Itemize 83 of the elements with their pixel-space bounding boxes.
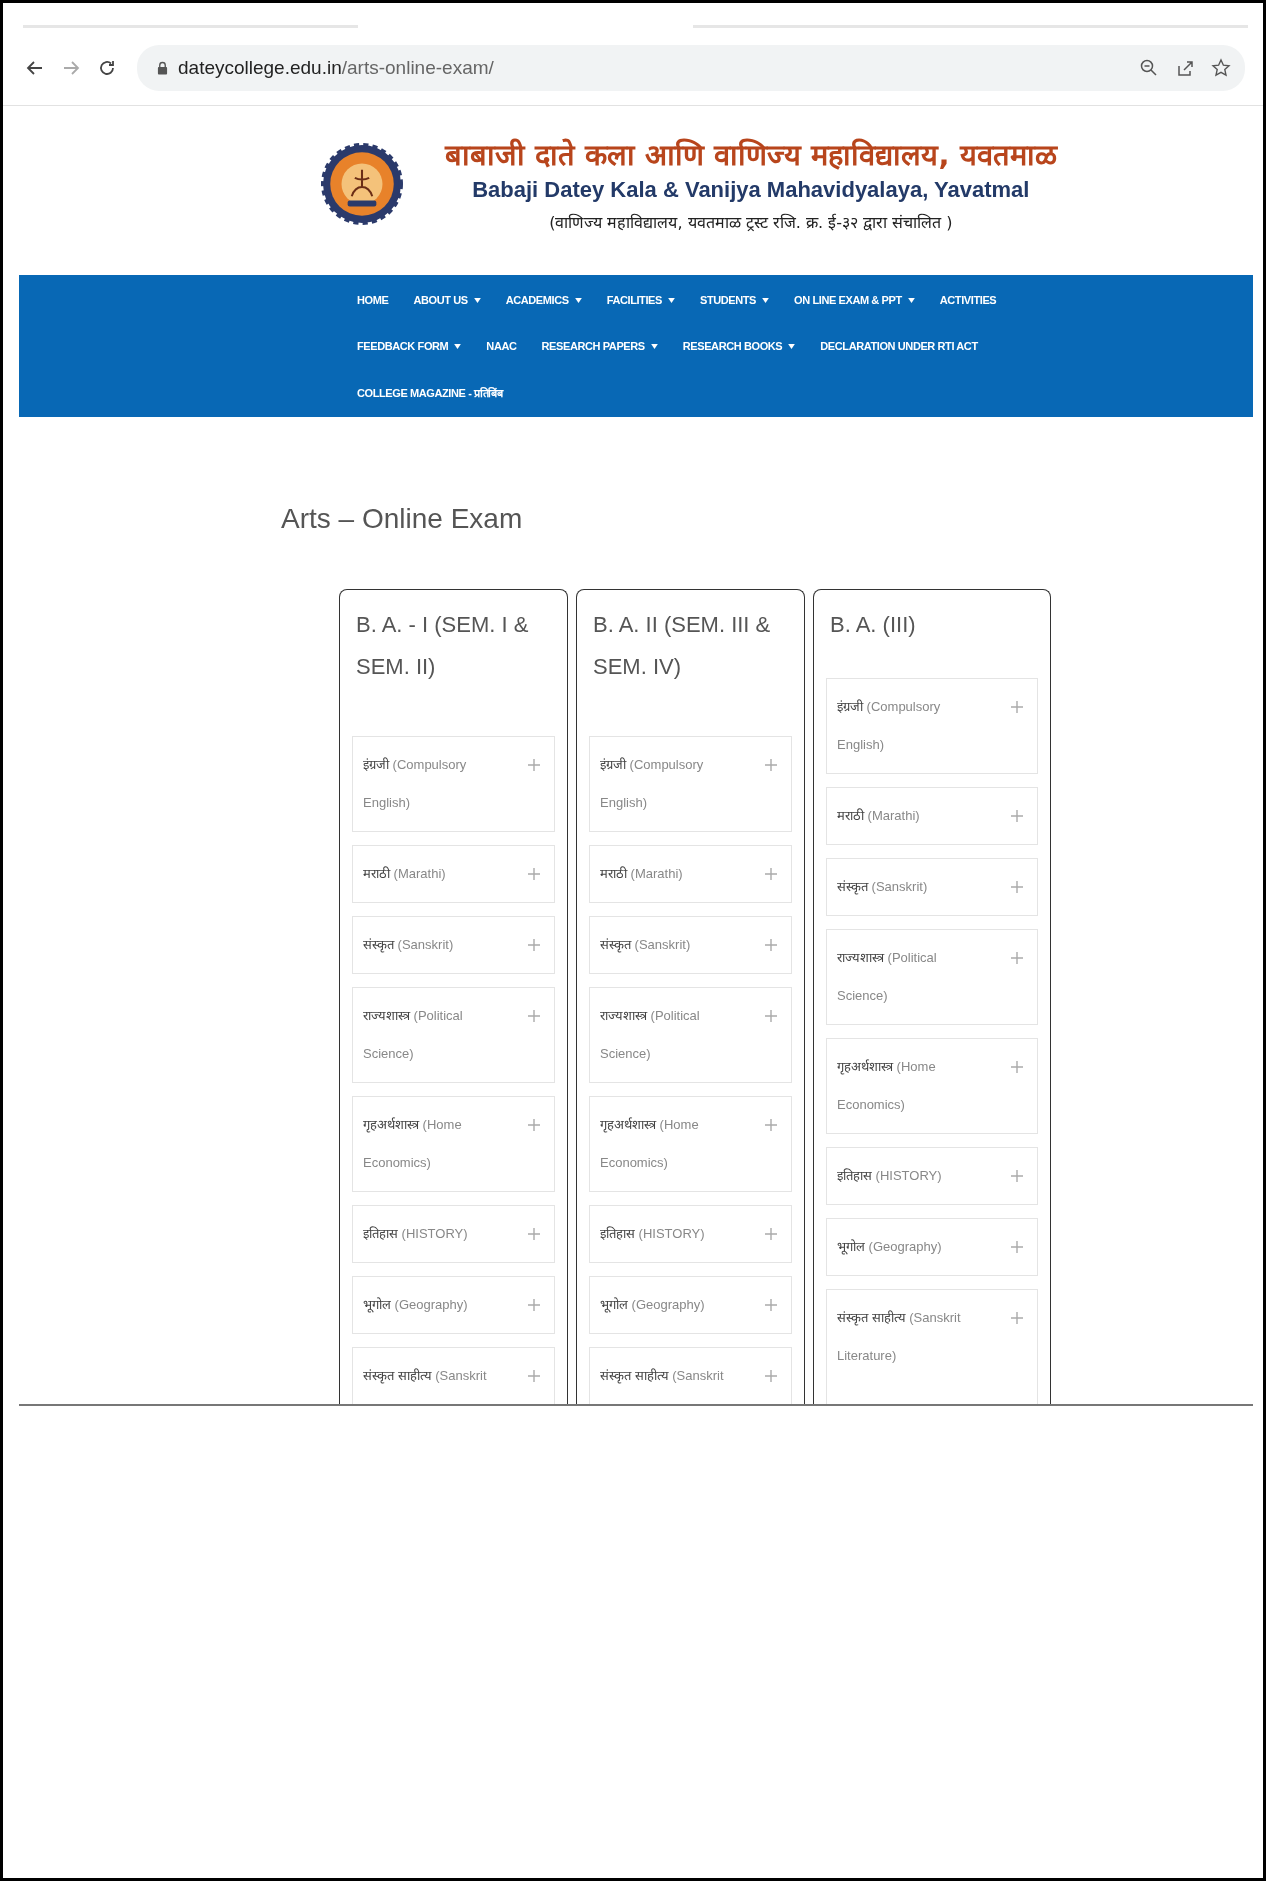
nav-link[interactable]: ACTIVITIES <box>939 294 997 306</box>
caret-icon <box>762 297 770 303</box>
lock-icon[interactable] <box>157 61 168 75</box>
plus-icon <box>528 1299 540 1311</box>
subject-accordion-item[interactable]: संस्कृत साहीत्य (Sanskrit <box>352 1347 555 1404</box>
plus-icon <box>1011 952 1023 964</box>
subject-accordion-item[interactable]: गृहअर्थशास्त्र (Home Economics) <box>826 1038 1038 1134</box>
plus-icon <box>528 868 540 880</box>
nav-link[interactable]: ABOUT US <box>413 294 481 306</box>
caret-icon <box>574 297 582 303</box>
plus-icon <box>765 1228 777 1240</box>
caret-icon <box>650 343 658 349</box>
nav-link[interactable]: COLLEGE MAGAZINE - प्रतिबिंब <box>357 384 503 400</box>
subject-accordion-item[interactable]: इतिहास (HISTORY) <box>589 1205 792 1263</box>
caret-icon <box>667 297 675 303</box>
plus-icon <box>1011 701 1023 713</box>
plus-icon <box>765 1370 777 1382</box>
subject-accordion-item[interactable]: संस्कृत साहीत्य (Sanskrit Literature) <box>826 1289 1038 1404</box>
plus-icon <box>1011 1312 1023 1324</box>
address-bar[interactable]: dateycollege.edu.in/arts-online-exam/ <box>137 45 1245 91</box>
subject-accordion-item[interactable]: मराठी (Marathi) <box>826 787 1038 845</box>
subject-accordion-item[interactable]: भूगोल (Geography) <box>826 1218 1038 1276</box>
star-icon[interactable] <box>1211 58 1231 78</box>
plus-icon <box>765 1119 777 1131</box>
course-heading: B. A. II (SEM. III & SEM. IV) <box>593 611 772 681</box>
plus-icon <box>765 1010 777 1022</box>
subject-accordion-item[interactable]: संस्कृत साहीत्य (Sanskrit <box>589 1347 792 1404</box>
trust-subtitle: (वाणिज्य महाविद्यालय, यवतमाळ ट्रस्ट रजि. क्र. ई-३२ द्वारा संचालित ) <box>549 212 953 233</box>
subject-accordion-item[interactable]: संस्कृत (Sanskrit) <box>352 916 555 974</box>
subject-accordion-item[interactable]: संस्कृत (Sanskrit) <box>826 858 1038 916</box>
plus-icon <box>528 759 540 771</box>
caret-icon <box>907 297 915 303</box>
nav-link[interactable]: DECLARATION UNDER RTI ACT <box>820 340 978 352</box>
nav-link[interactable]: ACADEMICS <box>505 294 582 306</box>
plus-icon <box>765 939 777 951</box>
nav-link[interactable]: STUDENTS <box>699 294 770 306</box>
caret-icon <box>473 297 481 303</box>
subject-accordion-item[interactable]: राज्यशास्त्र (Political Science) <box>826 929 1038 1025</box>
subject-accordion-item[interactable]: इंग्रजी (Compulsory English) <box>352 736 555 832</box>
subject-accordion-item[interactable]: मराठी (Marathi) <box>589 845 792 903</box>
reload-icon[interactable] <box>97 58 117 78</box>
plus-icon <box>765 868 777 880</box>
zoom-out-icon[interactable] <box>1139 58 1159 78</box>
nav-link[interactable]: HOME <box>357 294 389 306</box>
subject-accordion-item[interactable]: भूगोल (Geography) <box>589 1276 792 1334</box>
subject-accordion-item[interactable]: इतिहास (HISTORY) <box>352 1205 555 1263</box>
plus-icon <box>528 1119 540 1131</box>
plus-icon <box>1011 1241 1023 1253</box>
subject-accordion-item[interactable]: इंग्रजी (Compulsory English) <box>589 736 792 832</box>
subject-accordion-item[interactable]: भूगोल (Geography) <box>352 1276 555 1334</box>
plus-icon <box>528 939 540 951</box>
plus-icon <box>528 1228 540 1240</box>
subject-accordion-item[interactable]: गृहअर्थशास्त्र (Home Economics) <box>589 1096 792 1192</box>
plus-icon <box>1011 1170 1023 1182</box>
subject-accordion-item[interactable]: इतिहास (HISTORY) <box>826 1147 1038 1205</box>
college-name-english: Babaji Datey Kala & Vanijya Mahavidyalaya, Yavatmal <box>472 177 1030 203</box>
nav-link[interactable]: ON LINE EXAM & PPT <box>794 294 915 306</box>
subject-accordion-item[interactable]: इंग्रजी (Compulsory English) <box>826 678 1038 774</box>
course-heading: B. A. (III) <box>830 611 917 639</box>
plus-icon <box>1011 881 1023 893</box>
plus-icon <box>1011 1061 1023 1073</box>
nav-link[interactable]: RESEARCH PAPERS <box>541 340 658 352</box>
caret-icon <box>788 343 796 349</box>
subject-accordion-item[interactable]: मराठी (Marathi) <box>352 845 555 903</box>
plus-icon <box>765 1299 777 1311</box>
url-text[interactable]: dateycollege.edu.in/arts-online-exam/ <box>178 57 1129 79</box>
share-icon[interactable] <box>1175 58 1195 78</box>
plus-icon <box>528 1010 540 1022</box>
page-title: Arts – Online Exam <box>281 503 524 535</box>
subject-accordion-item[interactable]: राज्यशास्त्र (Political Science) <box>589 987 792 1083</box>
subject-accordion-item[interactable]: गृहअर्थशास्त्र (Home Economics) <box>352 1096 555 1192</box>
nav-link[interactable]: RESEARCH BOOKS <box>682 340 796 352</box>
college-name-marathi: बाबाजी दाते कला आणि वाणिज्य महाविद्यालय, यवतमाळ <box>445 137 1057 173</box>
course-heading: B. A. - I (SEM. I & SEM. II) <box>356 611 530 681</box>
subject-accordion-item[interactable]: संस्कृत (Sanskrit) <box>589 916 792 974</box>
caret-icon <box>454 343 462 349</box>
plus-icon <box>1011 810 1023 822</box>
plus-icon <box>765 759 777 771</box>
nav-link[interactable]: FACILITIES <box>606 294 675 306</box>
plus-icon <box>528 1370 540 1382</box>
nav-link[interactable]: NAAC <box>486 340 517 352</box>
nav-link[interactable]: FEEDBACK FORM <box>357 340 462 352</box>
subject-accordion-item[interactable]: राज्यशास्त्र (Political Science) <box>352 987 555 1083</box>
